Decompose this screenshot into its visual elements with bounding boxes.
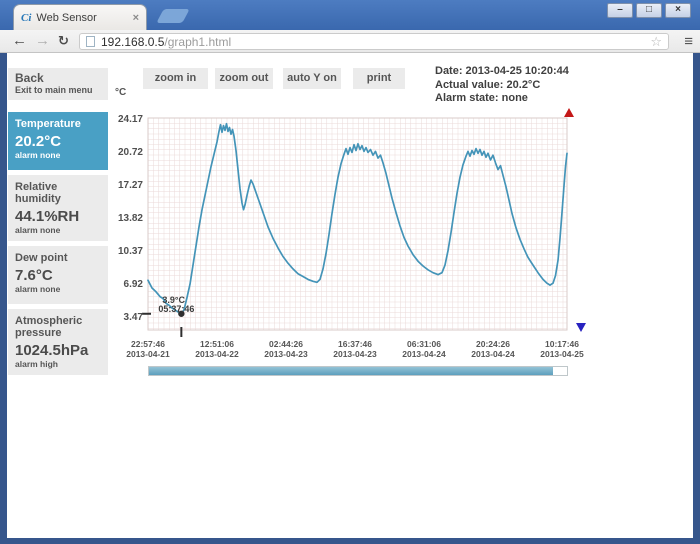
zoom-out-button[interactable]: zoom out (215, 68, 273, 89)
back-title: Back (15, 71, 44, 85)
x-axis-tick-label: 20:24:26 2013-04-24 (471, 339, 515, 359)
y-axis-tick-label: 6.92 (123, 278, 143, 290)
plot-grid (147, 117, 568, 331)
tile-value: 1024.5hPa (15, 342, 89, 359)
sidebar-item-pressure[interactable]: Atmospheric pressure 1024.5hPa alarm hig… (8, 309, 108, 375)
window-controls: – □ × (607, 3, 691, 18)
new-tab-button[interactable] (156, 9, 190, 23)
tile-label: Temperature (15, 118, 81, 130)
y-axis-tick-label: 10.37 (117, 245, 143, 257)
y-axis-tick-label: 17.27 (117, 180, 143, 192)
x-axis-tick-label: 22:57:46 2013-04-21 (126, 339, 170, 359)
tile-alarm-status: alarm none (15, 225, 61, 235)
print-button[interactable]: print (353, 68, 405, 89)
y-axis-tick-label: 20.72 (117, 147, 143, 159)
sidebar-item-humidity[interactable]: Relative humidity 44.1%RH alarm none (8, 175, 108, 241)
tile-alarm-status: alarm high (15, 359, 58, 369)
zoom-in-button[interactable]: zoom in (143, 68, 208, 89)
tile-alarm-status: alarm none (15, 284, 61, 294)
page-icon (86, 36, 95, 47)
info-actual-value: Actual value: 20.2°C (435, 78, 541, 91)
x-axis-tick-label: 06:31:06 2013-04-24 (402, 339, 446, 359)
browser-titlebar: Ci Web Sensor × – □ × (0, 0, 700, 30)
browser-menu-icon[interactable]: ≡ (684, 33, 693, 50)
tile-label: Relative humidity (15, 181, 61, 205)
comet-favicon-icon: Ci (21, 11, 32, 24)
auto-y-button[interactable]: auto Y on (283, 68, 341, 89)
chart-plot-area[interactable]: 3.9°C 05:37:46 (142, 117, 568, 337)
sidebar-item-dew-point[interactable]: Dew point 7.6°C alarm none (8, 246, 108, 304)
alarm-low-arrow-icon[interactable] (576, 323, 586, 332)
x-axis-tick-label: 02:44:26 2013-04-23 (264, 339, 308, 359)
sensor-sidebar: Temperature 20.2°C alarm none Relative h… (8, 112, 108, 375)
alarm-high-arrow-icon[interactable] (564, 108, 574, 117)
reading-info: Date: 2013-04-25 10:20:44 Actual value: … (435, 65, 569, 106)
time-scrollbar-thumb[interactable] (149, 367, 553, 375)
temperature-chart: 3.9°C 05:37:46 24.17 20.72 17.27 13.82 10.37… (118, 108, 586, 376)
browser-tab[interactable]: Ci Web Sensor × (13, 4, 147, 30)
back-subtitle: Exit to main menu (15, 85, 93, 95)
sidebar-item-back[interactable]: Back Exit to main menu (8, 68, 108, 100)
tile-alarm-status: alarm none (15, 150, 61, 160)
y-axis-unit-label: °C (115, 87, 127, 98)
url-path: /graph1.html (164, 34, 232, 49)
y-axis-tick-label: 3.47 (123, 311, 143, 323)
maximize-button[interactable]: □ (636, 3, 662, 18)
url-text: 192.168.0.5/graph1.html (101, 35, 231, 49)
tab-title: Web Sensor (36, 11, 97, 24)
forward-icon[interactable]: → (35, 32, 50, 49)
tile-value: 7.6°C (15, 267, 53, 284)
page-frame: Back Exit to main menu Temperature 20.2°… (0, 53, 700, 544)
y-axis-tick-label: 13.82 (117, 213, 143, 225)
tile-label: Dew point (15, 252, 68, 264)
sidebar-item-temperature[interactable]: Temperature 20.2°C alarm none (8, 112, 108, 170)
tile-value: 44.1%RH (15, 208, 80, 225)
x-axis-tick-label: 16:37:46 2013-04-23 (333, 339, 377, 359)
tile-label: Atmospheric pressure (15, 315, 83, 339)
y-axis-tick-label: 24.17 (117, 114, 143, 126)
url-host: 192.168.0.5 (101, 34, 165, 49)
bookmark-star-icon[interactable]: ☆ (650, 35, 662, 48)
info-alarm-state: Alarm state: none (435, 92, 528, 104)
info-date: Date: 2013-04-25 10:20:44 (435, 65, 569, 77)
time-scrollbar[interactable] (148, 366, 568, 376)
url-input[interactable]: 192.168.0.5/graph1.html ☆ (79, 33, 669, 50)
x-axis-tick-label: 10:17:46 2013-04-25 (540, 339, 584, 359)
back-icon[interactable]: ← (12, 32, 27, 49)
tile-value: 20.2°C (15, 133, 62, 150)
x-axis-tick-label: 12:51:06 2013-04-22 (195, 339, 239, 359)
close-button[interactable]: × (665, 3, 691, 18)
annotation-time: 05:37:46 (158, 304, 194, 314)
reload-icon[interactable]: ↻ (58, 33, 69, 49)
web-sensor-page: Back Exit to main menu Temperature 20.2°… (7, 53, 693, 538)
browser-addressbar: ← → ↻ 192.168.0.5/graph1.html ☆ ≡ (0, 30, 700, 53)
tab-close-icon[interactable]: × (133, 12, 139, 24)
minimize-button[interactable]: – (607, 3, 633, 18)
